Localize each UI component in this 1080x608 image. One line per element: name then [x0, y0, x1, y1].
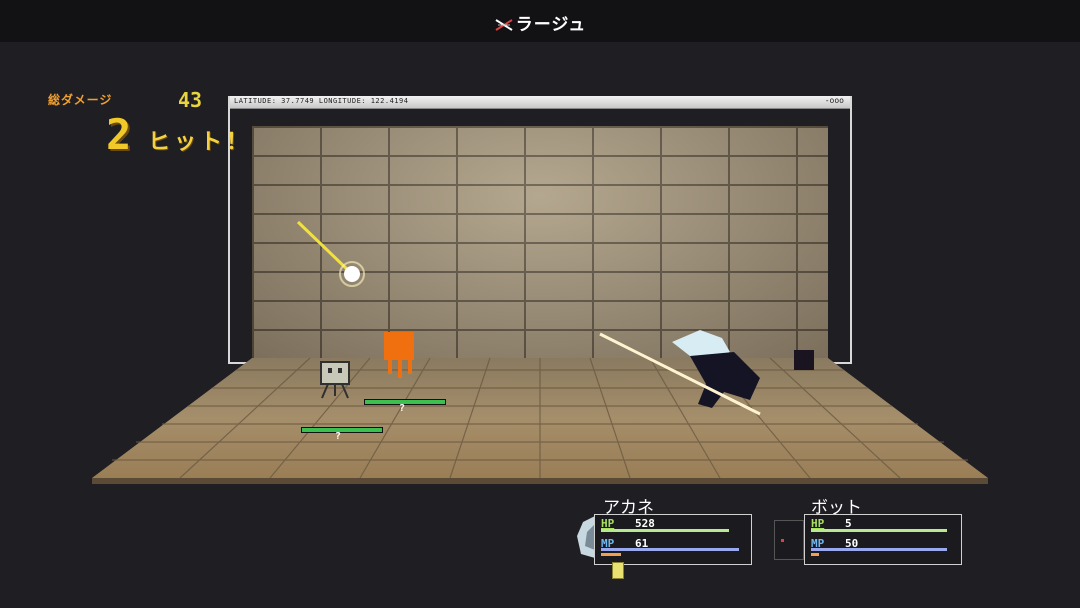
light-beam: [296, 220, 352, 274]
floor-edge: [92, 478, 988, 484]
tp-bar: [601, 553, 621, 556]
robot-enemy-sprite[interactable]: [320, 361, 350, 399]
orange-enemy-sprite[interactable]: [384, 332, 414, 378]
bot-sprite: [794, 350, 814, 370]
tp-bar: [811, 553, 819, 556]
bot-status-panel[interactable]: HP 5 MP 50: [804, 514, 962, 565]
turn-indicator-icon: [612, 562, 624, 579]
impact-spark-icon: [344, 266, 360, 282]
orange-enemy-hp-mark: ?: [399, 403, 406, 414]
mp-bar: [601, 548, 739, 551]
hp-bar: [811, 529, 947, 532]
robot-enemy-hp-mark: ?: [335, 431, 342, 442]
akane-status-panel[interactable]: HP 528 MP 61: [594, 514, 752, 565]
robot-enemy-hp-bar: [301, 427, 383, 433]
mp-bar: [811, 548, 947, 551]
hp-bar: [601, 529, 729, 532]
bot-portrait-icon[interactable]: [774, 520, 804, 560]
